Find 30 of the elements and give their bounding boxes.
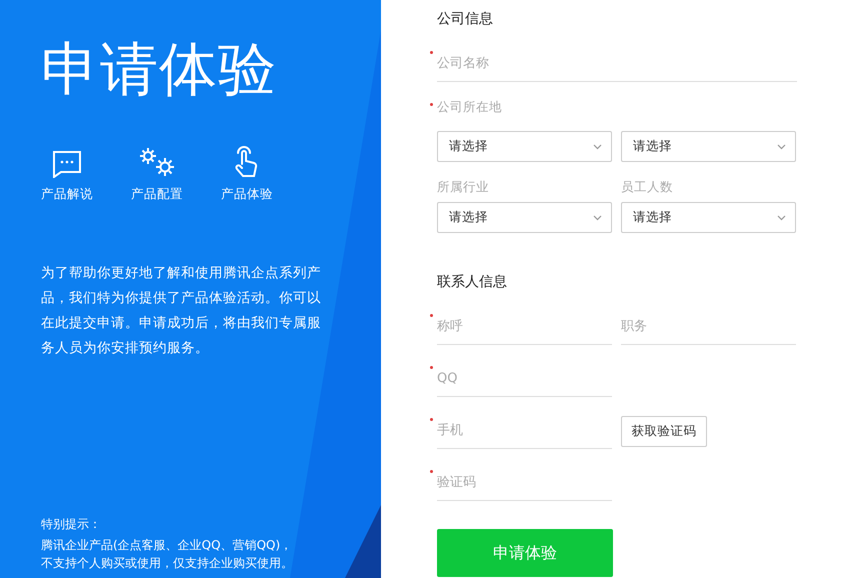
field-label: 员工人数 xyxy=(621,178,674,196)
feature-label: 产品配置 xyxy=(131,186,183,203)
select-dropdown[interactable]: 请选择 xyxy=(621,131,796,162)
text-field[interactable]: 职务 xyxy=(621,309,796,345)
feature-label: 产品解说 xyxy=(41,186,93,203)
chevron-icon xyxy=(777,214,786,220)
text-field[interactable]: QQ xyxy=(437,361,612,397)
page-title: 申请体验 xyxy=(41,34,278,104)
chevron-icon xyxy=(593,214,602,220)
text-field[interactable]: 手机 xyxy=(437,413,612,449)
field-label: 公司所在地 xyxy=(437,98,503,116)
select-dropdown[interactable]: 请选择 xyxy=(621,202,796,233)
notice-text: 不支持个人购买或使用，仅支持企业购买使用。 xyxy=(41,555,294,572)
text-field[interactable]: 称呼 xyxy=(437,309,612,345)
chat-icon xyxy=(52,150,82,178)
text-field[interactable]: 验证码 xyxy=(437,465,612,501)
chevron-icon xyxy=(593,144,602,150)
gears-icon xyxy=(138,146,176,178)
notice-title: 特别提示： xyxy=(41,516,102,533)
get-code-button[interactable]: 获取验证码 xyxy=(621,416,707,447)
text-field[interactable]: 公司名称 xyxy=(437,46,797,82)
field-label: 所属行业 xyxy=(437,178,490,196)
chevron-icon xyxy=(777,144,786,150)
description: 为了帮助你更好地了解和使用腾讯企点系列产品，我们特为你提供了产品体验活动。你可以在此提交申请。申请成功后，将由我们专属服务人员为你安排预约服务。 xyxy=(41,264,322,358)
select-dropdown[interactable]: 请选择 xyxy=(437,202,612,233)
feature-label: 产品体验 xyxy=(221,186,273,203)
notice-text: 腾讯企业产品(企点客服、企业QQ、营销QQ)， xyxy=(41,537,294,554)
select-dropdown[interactable]: 请选择 xyxy=(437,131,612,162)
section-title: 公司信息 xyxy=(437,10,494,29)
section-title: 联系人信息 xyxy=(437,273,508,292)
